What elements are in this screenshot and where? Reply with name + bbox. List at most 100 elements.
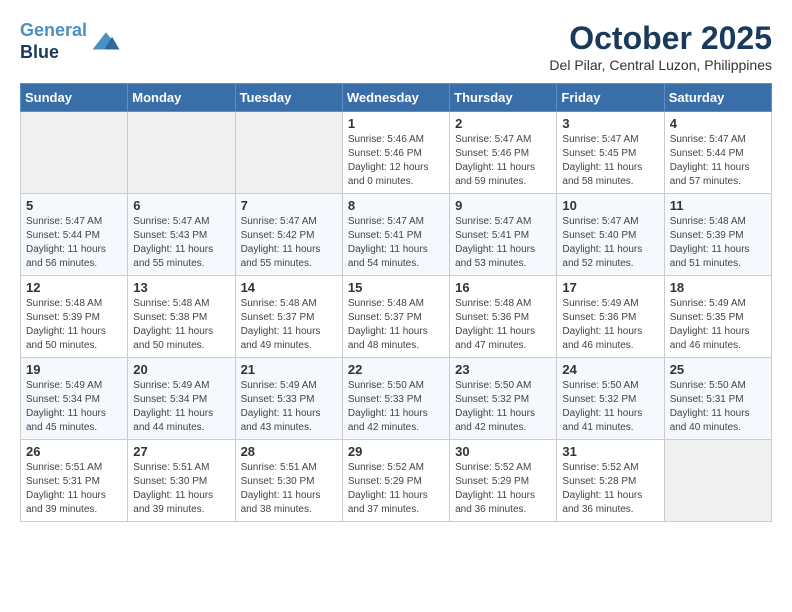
title-block: October 2025 Del Pilar, Central Luzon, P…	[549, 20, 772, 73]
day-info: Sunrise: 5:46 AMSunset: 5:46 PMDaylight:…	[348, 133, 444, 189]
calendar-week-3: 12Sunrise: 5:48 AMSunset: 5:39 PMDayligh…	[21, 276, 772, 358]
calendar-cell: 16 Sunrise: 5:48 AMSunset: 5:36 PMDayligh…	[450, 276, 557, 358]
calendar-cell: 24Sunrise: 5:50 AMSunset: 5:32 PMDayligh…	[557, 358, 664, 440]
day-number: 25	[670, 362, 766, 377]
calendar-cell: 2Sunrise: 5:47 AMSunset: 5:46 PMDaylight…	[450, 112, 557, 194]
calendar-cell: 9 Sunrise: 5:47 AMSunset: 5:41 PMDaylight…	[450, 194, 557, 276]
calendar-cell: 3Sunrise: 5:47 AMSunset: 5:45 PMDaylight…	[557, 112, 664, 194]
day-number: 8	[348, 198, 444, 213]
calendar-week-4: 19 Sunrise: 5:49 AMSunset: 5:34 PMDayligh…	[21, 358, 772, 440]
weekday-header-monday: Monday	[128, 84, 235, 112]
calendar-cell: 5 Sunrise: 5:47 AMSunset: 5:44 PMDaylight…	[21, 194, 128, 276]
day-info: Sunrise: 5:52 AMSunset: 5:29 PMDaylight:…	[455, 461, 551, 517]
location-subtitle: Del Pilar, Central Luzon, Philippines	[549, 57, 772, 73]
day-info: Sunrise: 5:48 AMSunset: 5:37 PMDaylight:…	[348, 297, 444, 353]
day-info: Sunrise: 5:47 AMSunset: 5:44 PMDaylight:…	[26, 215, 122, 271]
day-number: 5	[26, 198, 122, 213]
month-title: October 2025	[549, 20, 772, 57]
calendar-table: SundayMondayTuesdayWednesdayThursdayFrid…	[20, 83, 772, 522]
day-info: Sunrise: 5:47 AMSunset: 5:41 PMDaylight:…	[455, 215, 551, 271]
calendar-cell: 11 Sunrise: 5:48 AMSunset: 5:39 PMDayligh…	[664, 194, 771, 276]
logo-icon	[91, 27, 121, 57]
day-number: 4	[670, 116, 766, 131]
day-number: 9	[455, 198, 551, 213]
day-number: 14	[241, 280, 337, 295]
calendar-cell: 20 Sunrise: 5:49 AMSunset: 5:34 PMDayligh…	[128, 358, 235, 440]
day-info: Sunrise: 5:47 AMSunset: 5:45 PMDaylight:…	[562, 133, 658, 189]
day-number: 30	[455, 444, 551, 459]
calendar-cell: 29 Sunrise: 5:52 AMSunset: 5:29 PMDayligh…	[342, 440, 449, 522]
page-header: GeneralBlue October 2025 Del Pilar, Cent…	[20, 20, 772, 73]
day-info: Sunrise: 5:52 AMSunset: 5:29 PMDaylight:…	[348, 461, 444, 517]
calendar-cell: 13Sunrise: 5:48 AMSunset: 5:38 PMDayligh…	[128, 276, 235, 358]
calendar-cell: 15 Sunrise: 5:48 AMSunset: 5:37 PMDayligh…	[342, 276, 449, 358]
day-info: Sunrise: 5:48 AMSunset: 5:39 PMDaylight:…	[670, 215, 766, 271]
day-number: 12	[26, 280, 122, 295]
weekday-header-thursday: Thursday	[450, 84, 557, 112]
weekday-header-sunday: Sunday	[21, 84, 128, 112]
day-number: 11	[670, 198, 766, 213]
calendar-week-2: 5 Sunrise: 5:47 AMSunset: 5:44 PMDaylight…	[21, 194, 772, 276]
weekday-header-wednesday: Wednesday	[342, 84, 449, 112]
day-info: Sunrise: 5:47 AMSunset: 5:41 PMDaylight:…	[348, 215, 444, 271]
day-number: 24	[562, 362, 658, 377]
calendar-cell: 1 Sunrise: 5:46 AMSunset: 5:46 PMDaylight…	[342, 112, 449, 194]
day-info: Sunrise: 5:49 AMSunset: 5:36 PMDaylight:…	[562, 297, 658, 353]
calendar-week-1: 1 Sunrise: 5:46 AMSunset: 5:46 PMDaylight…	[21, 112, 772, 194]
calendar-cell: 21 Sunrise: 5:49 AMSunset: 5:33 PMDayligh…	[235, 358, 342, 440]
calendar-week-5: 26 Sunrise: 5:51 AMSunset: 5:31 PMDayligh…	[21, 440, 772, 522]
day-info: Sunrise: 5:48 AMSunset: 5:38 PMDaylight:…	[133, 297, 229, 353]
calendar-cell	[235, 112, 342, 194]
day-info: Sunrise: 5:51 AMSunset: 5:31 PMDaylight:…	[26, 461, 122, 517]
day-info: Sunrise: 5:47 AMSunset: 5:43 PMDaylight:…	[133, 215, 229, 271]
calendar-cell: 18Sunrise: 5:49 AMSunset: 5:35 PMDayligh…	[664, 276, 771, 358]
day-info: Sunrise: 5:47 AMSunset: 5:42 PMDaylight:…	[241, 215, 337, 271]
calendar-cell	[128, 112, 235, 194]
calendar-cell: 31 Sunrise: 5:52 AMSunset: 5:28 PMDayligh…	[557, 440, 664, 522]
day-info: Sunrise: 5:49 AMSunset: 5:33 PMDaylight:…	[241, 379, 337, 435]
calendar-cell	[21, 112, 128, 194]
day-number: 17	[562, 280, 658, 295]
calendar-cell: 22Sunrise: 5:50 AMSunset: 5:33 PMDayligh…	[342, 358, 449, 440]
day-info: Sunrise: 5:50 AMSunset: 5:32 PMDaylight:…	[455, 379, 551, 435]
weekday-header-saturday: Saturday	[664, 84, 771, 112]
day-info: Sunrise: 5:47 AMSunset: 5:40 PMDaylight:…	[562, 215, 658, 271]
day-number: 7	[241, 198, 337, 213]
weekday-header-friday: Friday	[557, 84, 664, 112]
calendar-cell: 23 Sunrise: 5:50 AMSunset: 5:32 PMDayligh…	[450, 358, 557, 440]
calendar-cell: 19Sunrise: 5:49 AMSunset: 5:34 PMDayligh…	[21, 358, 128, 440]
day-number: 28	[241, 444, 337, 459]
day-number: 23	[455, 362, 551, 377]
day-number: 27	[133, 444, 229, 459]
calendar-cell	[664, 440, 771, 522]
day-info: Sunrise: 5:52 AMSunset: 5:28 PMDaylight:…	[562, 461, 658, 517]
day-info: Sunrise: 5:49 AMSunset: 5:34 PMDaylight:…	[133, 379, 229, 435]
day-number: 29	[348, 444, 444, 459]
calendar-cell: 28Sunrise: 5:51 AMSunset: 5:30 PMDayligh…	[235, 440, 342, 522]
calendar-cell: 27 Sunrise: 5:51 AMSunset: 5:30 PMDayligh…	[128, 440, 235, 522]
calendar-cell: 17 Sunrise: 5:49 AMSunset: 5:36 PMDayligh…	[557, 276, 664, 358]
day-number: 6	[133, 198, 229, 213]
day-number: 15	[348, 280, 444, 295]
day-number: 16	[455, 280, 551, 295]
day-number: 26	[26, 444, 122, 459]
day-number: 2	[455, 116, 551, 131]
day-info: Sunrise: 5:48 AMSunset: 5:37 PMDaylight:…	[241, 297, 337, 353]
calendar-cell: 12Sunrise: 5:48 AMSunset: 5:39 PMDayligh…	[21, 276, 128, 358]
day-number: 31	[562, 444, 658, 459]
calendar-cell: 6 Sunrise: 5:47 AMSunset: 5:43 PMDaylight…	[128, 194, 235, 276]
day-info: Sunrise: 5:49 AMSunset: 5:35 PMDaylight:…	[670, 297, 766, 353]
calendar-cell: 30 Sunrise: 5:52 AMSunset: 5:29 PMDayligh…	[450, 440, 557, 522]
day-number: 19	[26, 362, 122, 377]
day-info: Sunrise: 5:47 AMSunset: 5:44 PMDaylight:…	[670, 133, 766, 189]
day-info: Sunrise: 5:51 AMSunset: 5:30 PMDaylight:…	[133, 461, 229, 517]
day-number: 21	[241, 362, 337, 377]
day-info: Sunrise: 5:48 AMSunset: 5:36 PMDaylight:…	[455, 297, 551, 353]
calendar-cell: 4 Sunrise: 5:47 AMSunset: 5:44 PMDaylight…	[664, 112, 771, 194]
calendar-cell: 8 Sunrise: 5:47 AMSunset: 5:41 PMDaylight…	[342, 194, 449, 276]
day-number: 1	[348, 116, 444, 131]
calendar-cell: 7 Sunrise: 5:47 AMSunset: 5:42 PMDaylight…	[235, 194, 342, 276]
calendar-cell: 10Sunrise: 5:47 AMSunset: 5:40 PMDayligh…	[557, 194, 664, 276]
day-number: 20	[133, 362, 229, 377]
day-number: 22	[348, 362, 444, 377]
